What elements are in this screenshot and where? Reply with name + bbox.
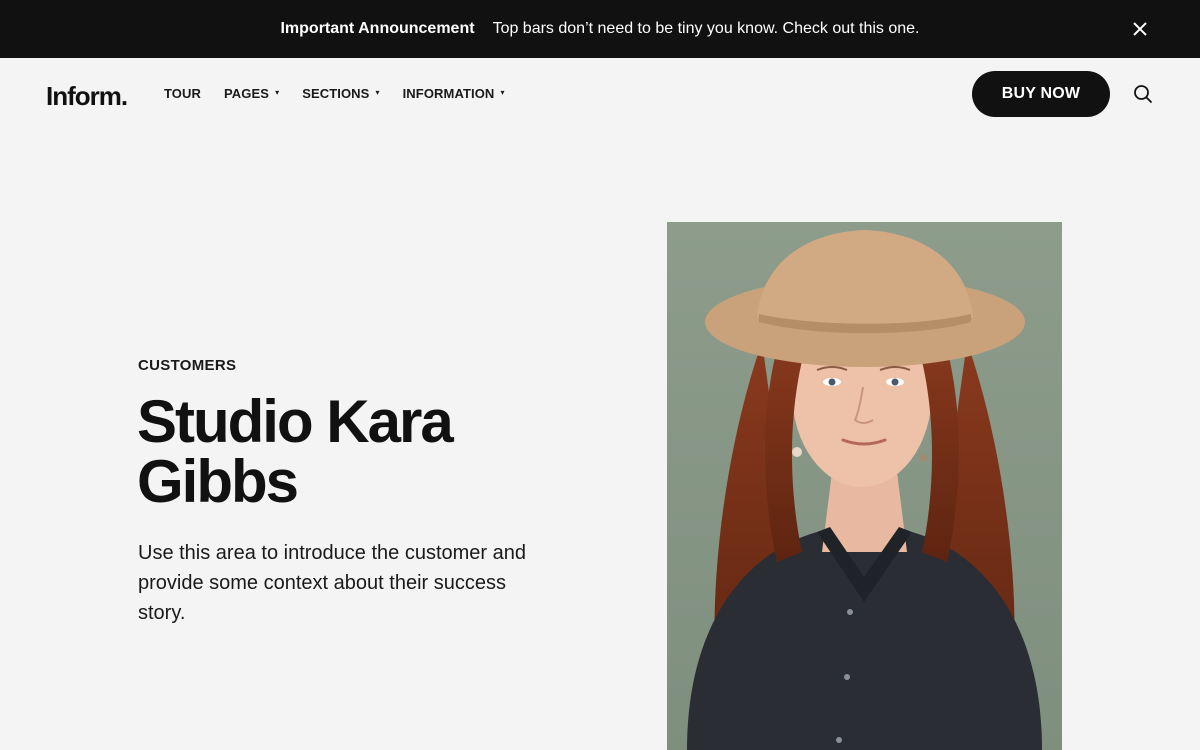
chevron-down-icon: ▾ bbox=[275, 88, 280, 97]
close-icon[interactable] bbox=[1130, 19, 1150, 39]
chevron-down-icon: ▾ bbox=[375, 88, 380, 97]
announcement-bar: Important Announcement Top bars don’t ne… bbox=[0, 0, 1200, 58]
nav-item-tour[interactable]: TOUR bbox=[164, 86, 201, 101]
customer-portrait-image bbox=[667, 222, 1062, 750]
section-eyebrow: CUSTOMERS bbox=[138, 357, 237, 374]
nav-item-pages[interactable]: PAGES ▾ bbox=[224, 86, 279, 101]
hero-description: Use this area to introduce the customer … bbox=[138, 542, 526, 624]
announcement-text: Top bars don’t need to be tiny you know.… bbox=[492, 20, 920, 37]
nav-item-label: SECTIONS bbox=[302, 86, 370, 101]
announcement-title: Important Announcement bbox=[280, 20, 475, 37]
nav-item-label: PAGES bbox=[224, 86, 270, 101]
site-header: Inform. TOUR PAGES ▾ SECTIONS ▾ INFORMAT… bbox=[0, 58, 1200, 130]
nav-item-information[interactable]: INFORMATION ▾ bbox=[403, 86, 505, 101]
site-logo[interactable]: Inform. bbox=[46, 81, 128, 112]
main-nav: TOUR PAGES ▾ SECTIONS ▾ INFORMATION ▾ bbox=[164, 86, 528, 101]
nav-item-label: TOUR bbox=[164, 86, 201, 101]
page-title: Studio Kara Gibbs bbox=[137, 388, 454, 515]
search-icon[interactable] bbox=[1133, 84, 1153, 104]
nav-item-label: INFORMATION bbox=[402, 86, 495, 101]
chevron-down-icon: ▾ bbox=[500, 88, 505, 97]
nav-item-sections[interactable]: SECTIONS ▾ bbox=[302, 86, 379, 101]
buy-now-button[interactable]: BUY NOW bbox=[972, 71, 1110, 117]
